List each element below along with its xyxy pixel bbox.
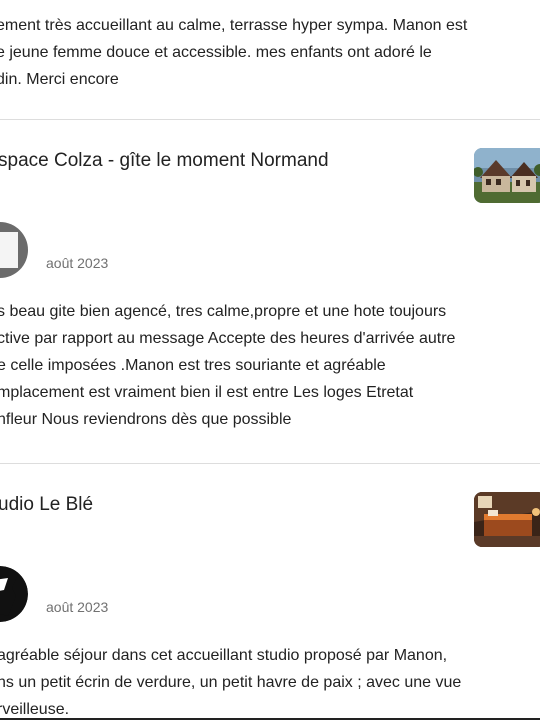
review-text: agréable séjour dans cet accueillant stu… (0, 642, 461, 720)
listing-title[interactable]: space Colza - gîte le moment Normand (0, 148, 329, 174)
reviewer-avatar[interactable] (0, 566, 28, 622)
review-line: ement très accueillant au calme, terrass… (0, 17, 468, 34)
review-text: s beau gite bien agencé, tres calme,prop… (0, 298, 455, 433)
review-date: août 2023 (46, 255, 109, 271)
house-photo-icon[interactable] (474, 148, 540, 203)
review-line: ns un petit écrin de verdure, un petit h… (0, 674, 462, 691)
divider (0, 119, 540, 120)
review-line: mplacement est vraiment bien il est entr… (0, 384, 414, 401)
review-line: e celle imposées .Manon est tres sourian… (0, 357, 386, 374)
review-line: e jeune femme douce et accessible. mes e… (0, 44, 432, 61)
reviews-page: ement très accueillant au calme, terrass… (0, 0, 540, 720)
divider (0, 463, 540, 464)
review-line: nfleur Nous reviendrons dès que possible (0, 411, 292, 428)
listing-title[interactable]: udio Le Blé (0, 492, 93, 518)
bedroom-photo-icon[interactable] (474, 492, 540, 547)
review-line: s beau gite bien agencé, tres calme,prop… (0, 303, 447, 320)
review-date: août 2023 (46, 599, 109, 615)
review-line: rveilleuse. (0, 701, 70, 718)
review-line: ctive par rapport au message Accepte des… (0, 330, 456, 347)
reviewer-avatar[interactable] (0, 222, 28, 278)
review-line: agréable séjour dans cet accueillant stu… (0, 647, 448, 664)
review-text: ement très accueillant au calme, terrass… (0, 12, 467, 93)
review-line: din. Merci encore (0, 71, 119, 88)
